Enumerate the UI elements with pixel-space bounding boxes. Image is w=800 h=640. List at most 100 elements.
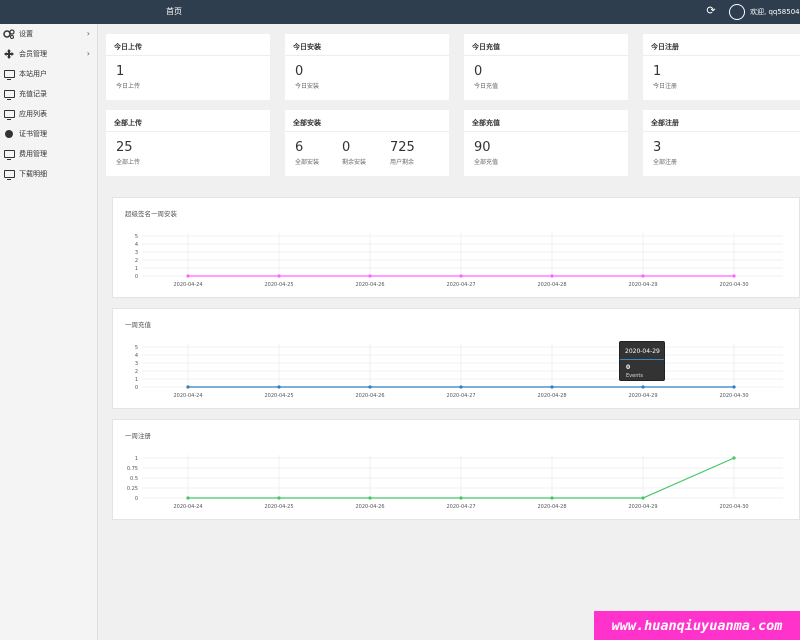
home-link[interactable]: 首页: [166, 6, 182, 17]
monitor-icon: [3, 89, 15, 100]
tooltip-date: 2020-04-29: [625, 348, 660, 355]
x-tick-label: 2020-04-28: [537, 282, 566, 288]
x-tick-label: 2020-04-29: [628, 504, 657, 510]
y-tick-label: 0: [135, 274, 138, 280]
data-point: [550, 496, 554, 500]
data-point: [186, 496, 190, 500]
divider: [106, 55, 270, 56]
refresh-icon[interactable]: ⟳: [705, 5, 717, 17]
data-point: [368, 496, 372, 500]
dot-icon: [3, 129, 15, 139]
data-point: [732, 385, 736, 389]
card-today-register: 今日注册 1 今日注册: [643, 34, 800, 100]
x-tick-label: 2020-04-28: [537, 504, 566, 510]
avatar-icon[interactable]: [729, 4, 745, 20]
divider: [106, 131, 270, 132]
y-tick-label: 0: [135, 385, 138, 391]
y-tick-label: 1: [135, 456, 138, 462]
data-point: [550, 385, 554, 389]
data-point: [641, 496, 645, 500]
y-tick-label: 4: [135, 353, 138, 359]
data-point: [459, 496, 463, 500]
card-value: 3: [653, 140, 662, 155]
sidebar-item-label: 充值记录: [19, 90, 47, 98]
card-all-recharge: 全部充值 90 全部充值: [464, 110, 628, 176]
data-point: [732, 456, 736, 460]
monitor-icon: [3, 109, 15, 120]
x-tick-label: 2020-04-27: [446, 504, 475, 510]
card-today-recharge: 今日充值 0 今日充值: [464, 34, 628, 100]
y-tick-label: 2: [135, 369, 138, 375]
x-tick-label: 2020-04-28: [537, 393, 566, 399]
divider: [285, 55, 449, 56]
card-title: 全部上传: [114, 119, 142, 127]
chart-register: 0 0.25 0.5 0.75 1 2020-04-24 2020-04-25 2020-04…: [127, 455, 783, 510]
divider: [464, 55, 628, 56]
monitor-icon: [3, 169, 15, 180]
sidebar-item-label: 证书管理: [19, 130, 47, 138]
x-tick-label: 2020-04-24: [173, 504, 202, 510]
card-sub: 全部上传: [116, 159, 141, 166]
user-menu[interactable]: 欢迎, qq5850457 ▾: [750, 7, 800, 17]
x-tick-label: 2020-04-26: [355, 393, 384, 399]
x-tick-label: 2020-04-27: [446, 282, 475, 288]
card-sub: 今日上传: [116, 83, 141, 90]
card-sub: 今日安装: [295, 83, 320, 90]
x-tick-label: 2020-04-25: [264, 504, 293, 510]
sidebar-item-recharge-records[interactable]: 充值记录: [0, 84, 97, 104]
x-tick-label: 2020-04-30: [719, 393, 748, 399]
card-sub-user-remaining: 用户剩余: [390, 159, 415, 166]
data-point: [459, 274, 463, 278]
card-title: 全部注册: [651, 119, 679, 127]
card-title: 全部充值: [472, 119, 500, 127]
x-tick-label: 2020-04-24: [173, 282, 202, 288]
sidebar-item-label: 设置: [19, 30, 33, 38]
card-sub: 全部安装: [295, 159, 320, 166]
x-tick-label: 2020-04-25: [264, 393, 293, 399]
sidebar-item-certificates[interactable]: 证书管理: [0, 124, 97, 144]
card-sub: 全部注册: [653, 159, 678, 166]
data-point: [277, 496, 281, 500]
sidebar-item-fees[interactable]: 费用管理: [0, 144, 97, 164]
card-title: 今日充值: [472, 43, 500, 51]
tooltip-label: Events: [626, 373, 643, 379]
x-tick-label: 2020-04-29: [628, 393, 657, 399]
card-sub: 今日注册: [653, 83, 678, 90]
x-tick-label: 2020-04-30: [719, 504, 748, 510]
card-title: 今日上传: [114, 43, 142, 51]
card-value: 1: [653, 64, 662, 79]
card-today-install: 今日安装 0 今日安装: [285, 34, 449, 100]
sidebar-item-members[interactable]: 会员管理 ›: [0, 44, 97, 64]
sidebar-item-downloads[interactable]: 下载明细: [0, 164, 97, 184]
card-title: 今日安装: [293, 43, 321, 51]
watermark: www.huanqiuyuanma.com: [594, 611, 800, 640]
x-tick-label: 2020-04-25: [264, 282, 293, 288]
chevron-right-icon: ›: [86, 49, 90, 58]
y-tick-label: 3: [135, 250, 138, 256]
divider: [643, 55, 800, 56]
data-point: [459, 385, 463, 389]
sidebar-item-label: 应用列表: [19, 110, 47, 118]
y-tick-label: 0.5: [130, 476, 138, 482]
x-tick-label: 2020-04-26: [355, 504, 384, 510]
sidebar: 设置 › 会员管理 › 本站用户 充值记录 应用列表 证书管理 费用管理 下载明…: [0, 24, 98, 640]
data-point: [641, 274, 645, 278]
x-tick-label: 2020-04-29: [628, 282, 657, 288]
gear-icon: [3, 29, 15, 39]
y-tick-label: 1: [135, 266, 138, 272]
card-sub-remaining: 剩余安装: [342, 159, 367, 166]
chart-recharge: 0 1 2 3 4 5 2020-04-24 2020-04-25 2020-04-26 2020…: [135, 344, 783, 399]
sidebar-item-settings[interactable]: 设置 ›: [0, 24, 97, 44]
data-point: [368, 385, 372, 389]
data-point: [277, 274, 281, 278]
move-icon: [3, 49, 15, 59]
data-point: [550, 274, 554, 278]
sidebar-item-app-list[interactable]: 应用列表: [0, 104, 97, 124]
sidebar-item-site-users[interactable]: 本站用户: [0, 64, 97, 84]
y-tick-label: 1: [135, 377, 138, 383]
divider: [464, 131, 628, 132]
top-navbar: 首页 ⟳ 欢迎, qq5850457 ▾: [0, 0, 800, 24]
x-tick-label: 2020-04-27: [446, 393, 475, 399]
sidebar-item-label: 会员管理: [19, 50, 47, 58]
chart-tooltip: 2020-04-29 0 Events: [619, 341, 665, 381]
